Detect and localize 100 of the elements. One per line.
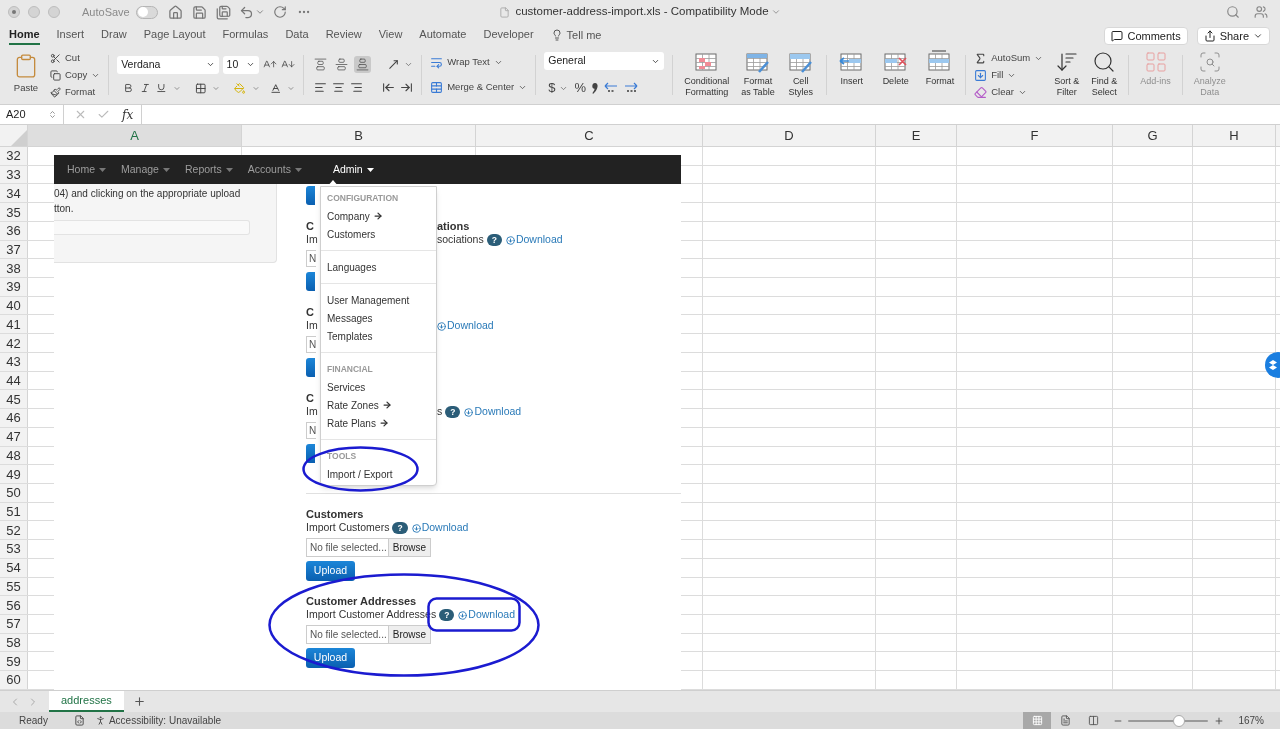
menu-item[interactable]: Company [321, 207, 436, 225]
add-sheet-icon[interactable] [132, 695, 146, 708]
search-icon[interactable] [1226, 5, 1240, 19]
input-field[interactable] [54, 220, 250, 235]
zoom-in-icon[interactable] [1214, 715, 1225, 726]
menu-item[interactable]: Languages [321, 258, 436, 276]
browse-button[interactable]: Browse [389, 538, 431, 557]
upload-button[interactable] [306, 444, 315, 463]
menu-item[interactable]: Rate Zones [321, 396, 436, 414]
menu-item[interactable]: Templates [321, 327, 436, 345]
decrease-indent-icon[interactable] [382, 81, 396, 94]
floating-button[interactable] [1265, 352, 1280, 378]
chevron-down-icon[interactable] [254, 7, 265, 17]
ribbon-tab[interactable]: View [378, 25, 403, 45]
menu-item[interactable]: User Management [321, 291, 436, 309]
accessibility-status[interactable]: Accessibility: Unavailable [108, 713, 222, 728]
borders-icon[interactable] [194, 81, 207, 95]
slider-thumb[interactable] [1172, 714, 1185, 727]
align-center-icon[interactable] [332, 81, 346, 94]
save-all-icon[interactable] [215, 4, 231, 20]
browse-button[interactable]: Browse [389, 625, 431, 644]
redo-icon[interactable] [272, 5, 287, 19]
italic-icon[interactable] [139, 82, 151, 94]
upload-button[interactable] [306, 358, 315, 377]
undo-icon[interactable] [238, 4, 254, 20]
autosave-toggle[interactable] [135, 5, 158, 19]
menu-item[interactable]: Services [321, 378, 436, 396]
ribbon-tab[interactable]: Review [325, 25, 362, 45]
delete-cells-button[interactable]: Delete [878, 49, 913, 101]
help-badge[interactable]: ? [392, 522, 408, 534]
ribbon-tab[interactable]: Data [285, 25, 309, 45]
insert-function-button[interactable]: fx [122, 105, 134, 124]
nav-menu[interactable]: Manage [121, 161, 170, 178]
nav-menu[interactable]: Home [67, 161, 106, 178]
align-bottom-icon[interactable] [354, 56, 372, 73]
align-middle-icon[interactable] [333, 56, 351, 73]
bold-icon[interactable] [123, 82, 134, 94]
menu-item[interactable]: Customers [321, 225, 436, 243]
ribbon-tab[interactable]: Developer [483, 25, 534, 45]
column-header[interactable]: E [876, 125, 957, 146]
copy-button[interactable]: Copy [50, 67, 101, 83]
ribbon-tab[interactable]: Automate [419, 25, 467, 45]
menu-item[interactable]: Import / Export [321, 465, 436, 483]
clear-button[interactable]: Clear [974, 84, 1044, 100]
name-box[interactable]: A20 [0, 105, 64, 124]
file-field[interactable]: N [306, 336, 316, 353]
conditional-formatting-button[interactable]: Conditional Formatting [681, 49, 733, 101]
decrease-decimal-icon[interactable] [604, 82, 619, 94]
view-button[interactable] [1023, 712, 1052, 729]
file-field[interactable]: N [306, 250, 316, 267]
increase-indent-icon[interactable] [400, 81, 414, 94]
download-link[interactable]: Download [437, 318, 494, 334]
ribbon-tab[interactable]: Page Layout [143, 25, 206, 45]
menu-item[interactable]: Messages [321, 309, 436, 327]
upload-button[interactable] [306, 186, 315, 205]
cut-button[interactable]: Cut [50, 50, 101, 66]
currency-button[interactable]: $ [548, 78, 569, 98]
column-header[interactable]: G [1113, 125, 1193, 146]
file-field[interactable]: N [306, 422, 316, 439]
ribbon-tab[interactable]: Formulas [222, 25, 269, 45]
accessibility-icon[interactable] [94, 715, 106, 726]
sort-filter-button[interactable]: Sort & Filter [1051, 49, 1083, 101]
format-cells-button[interactable]: Format [922, 49, 958, 101]
fill-color-icon[interactable] [234, 81, 246, 95]
help-badge[interactable]: ? [445, 406, 461, 418]
cell-styles-button[interactable]: Cell Styles [783, 49, 818, 101]
font-color-icon[interactable] [269, 81, 282, 95]
tell-me-button[interactable]: Tell me [550, 26, 602, 44]
download-link[interactable]: Download [464, 404, 522, 420]
underline-icon[interactable] [156, 82, 167, 94]
wrap-text-button[interactable]: Wrap Text [430, 54, 528, 71]
download-link[interactable]: Download [411, 520, 469, 536]
cancel-icon[interactable] [74, 108, 87, 121]
share-button[interactable]: Share [1196, 27, 1270, 45]
column-header[interactable]: F [957, 125, 1113, 146]
sheet-tab[interactable]: addresses [49, 691, 124, 712]
column-header[interactable]: H [1193, 125, 1276, 146]
file-field[interactable]: No file selected... [306, 538, 389, 557]
orientation-icon[interactable] [387, 58, 401, 71]
number-format-field[interactable]: General [544, 52, 665, 71]
format-painter-button[interactable]: Format [50, 84, 101, 100]
upload-button[interactable]: Upload [306, 648, 355, 668]
column-header[interactable]: B [242, 125, 476, 146]
percent-button[interactable]: % [574, 78, 587, 98]
comma-style-icon[interactable] [592, 82, 599, 94]
paste-button[interactable]: Paste [10, 49, 42, 101]
macro-icon[interactable] [73, 715, 85, 726]
font-name-field[interactable]: Verdana [117, 55, 219, 74]
nav-menu[interactable]: Reports [184, 161, 233, 178]
align-right-icon[interactable] [350, 81, 364, 94]
help-badge[interactable]: ? [439, 609, 455, 621]
chevron-down-icon[interactable] [770, 7, 781, 17]
format-as-table-button[interactable]: Format as Table [738, 49, 778, 101]
ribbon-tab[interactable]: Insert [56, 25, 85, 45]
column-header[interactable]: C [476, 125, 703, 146]
file-field[interactable]: No file selected... [306, 625, 389, 644]
autosum-button[interactable]: AutoSum [974, 50, 1044, 66]
save-icon[interactable] [191, 4, 207, 20]
enter-icon[interactable] [97, 108, 110, 121]
nav-menu[interactable]: Admin [332, 161, 374, 178]
